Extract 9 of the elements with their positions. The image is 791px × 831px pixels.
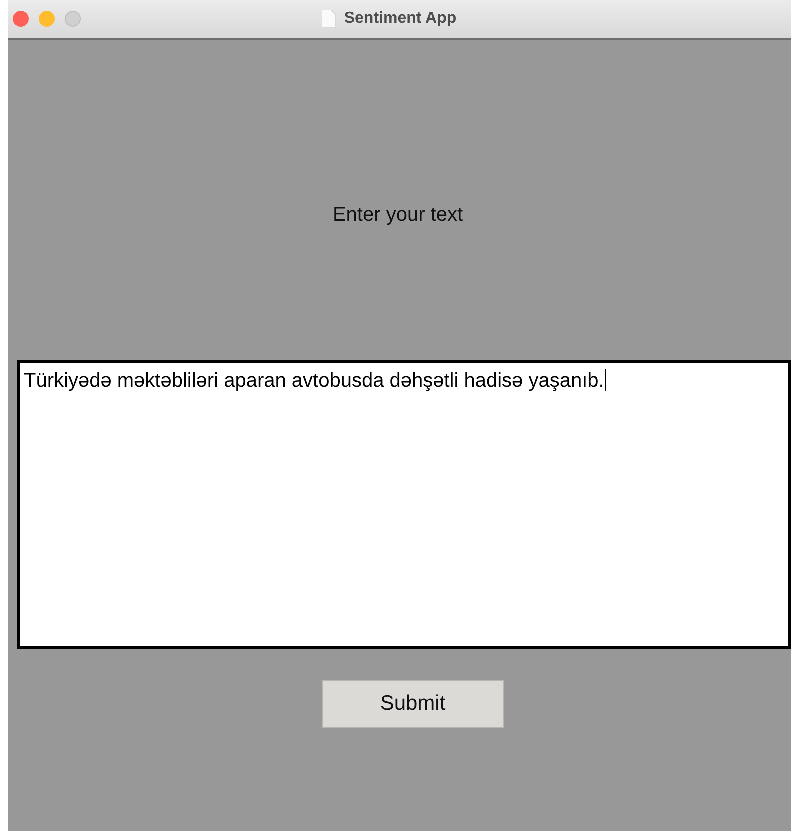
window-title: Sentiment App [344, 10, 457, 28]
zoom-icon[interactable] [65, 11, 81, 27]
minimize-icon[interactable] [39, 11, 55, 27]
text-input[interactable]: Türkiyədə məktəbliləri aparan avtobusda dəhşətli hadisə yaşanıb. [17, 360, 791, 649]
document-icon [322, 10, 336, 28]
text-cursor [605, 369, 606, 391]
submit-button[interactable]: Submit [322, 680, 504, 728]
close-icon[interactable] [13, 11, 29, 27]
prompt-label: Enter your text [332, 204, 464, 227]
